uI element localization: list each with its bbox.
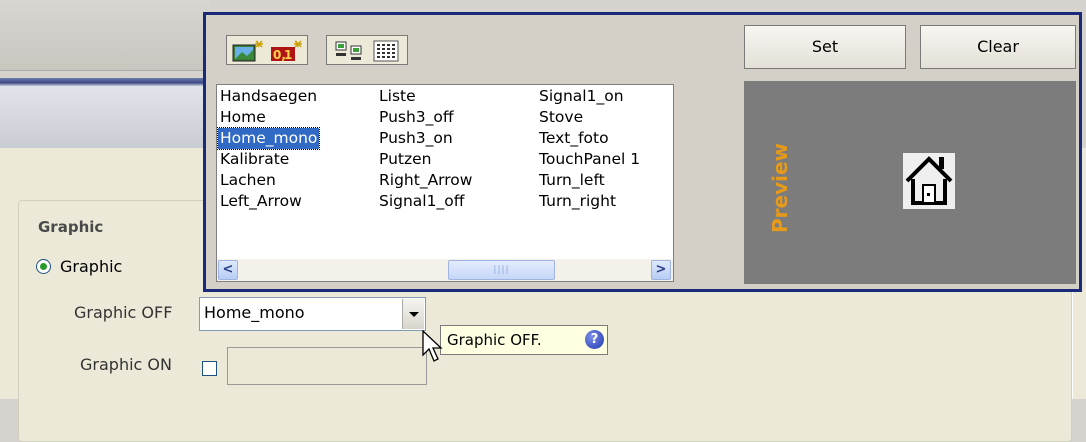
import-export-button-group: 0, 1 (226, 35, 308, 65)
view-button-group (326, 35, 408, 65)
image-import-icon[interactable] (231, 39, 265, 63)
list-column-1: Handsaegen Home Home_mono Kalibrate Lach… (217, 86, 321, 212)
app-toolbar-area (0, 0, 210, 71)
list-item[interactable]: Right_Arrow (377, 170, 474, 191)
graphic-on-checkbox[interactable] (202, 361, 217, 376)
small-icons-view-icon[interactable] (333, 39, 367, 63)
list-item[interactable]: Turn_left (537, 170, 642, 191)
list-item[interactable]: Left_Arrow (218, 191, 319, 212)
list-item[interactable]: Home (218, 107, 319, 128)
chevron-down-icon[interactable] (402, 299, 424, 329)
header-band (0, 86, 210, 149)
list-item[interactable]: Push3_off (377, 107, 474, 128)
list-item[interactable]: Signal1_on (537, 86, 642, 107)
graphic-radio-button[interactable] (36, 259, 51, 274)
svg-text:1: 1 (284, 48, 292, 62)
home-mono-icon (903, 153, 955, 209)
list-item[interactable]: Handsaegen (218, 86, 319, 107)
list-item[interactable]: Liste (377, 86, 474, 107)
set-button[interactable]: Set (744, 25, 906, 69)
list-item[interactable]: Kalibrate (218, 149, 319, 170)
list-column-2: Liste Push3_off Push3_on Putzen Right_Ar… (377, 86, 474, 212)
list-item[interactable]: Push3_on (377, 128, 474, 149)
preview-panel: Preview (744, 81, 1076, 284)
graphic-off-label: Graphic OFF (74, 303, 173, 322)
list-column-3: Signal1_on Stove Text_foto TouchPanel 1 … (537, 86, 642, 212)
scroll-right-icon[interactable]: > (651, 260, 671, 280)
list-item[interactable]: Turn_right (537, 191, 642, 212)
clear-button[interactable]: Clear (920, 25, 1076, 69)
help-icon[interactable]: ? (585, 330, 604, 349)
scrollbar-thumb[interactable]: |||| (448, 260, 555, 280)
graphic-on-field[interactable] (227, 347, 427, 385)
graphic-off-value: Home_mono (204, 303, 305, 322)
tooltip: Graphic OFF. ? (440, 325, 608, 355)
list-view-icon[interactable] (371, 39, 403, 63)
graphic-selector-popup: 0, 1 Handsaegen Home Home_mono Kalibrate… (203, 12, 1082, 292)
list-item[interactable]: Signal1_off (377, 191, 474, 212)
list-item[interactable]: Putzen (377, 149, 474, 170)
list-item-selected[interactable]: Home_mono (217, 127, 321, 150)
list-item[interactable]: Stove (537, 107, 642, 128)
graphic-group-title: Graphic (38, 218, 104, 236)
mouse-pointer-icon (422, 330, 443, 362)
horizontal-scrollbar[interactable]: < |||| > (217, 259, 673, 281)
list-item[interactable]: Text_foto (537, 128, 642, 149)
image-export-icon[interactable]: 0, 1 (269, 39, 305, 63)
graphic-radio-label[interactable]: Graphic (60, 257, 122, 276)
list-item[interactable]: TouchPanel 1 (537, 149, 642, 170)
graphic-listbox[interactable]: Handsaegen Home Home_mono Kalibrate Lach… (216, 84, 674, 282)
graphic-off-combobox[interactable]: Home_mono (199, 297, 426, 331)
tooltip-text: Graphic OFF. (447, 331, 542, 349)
window-title-stripe (0, 78, 210, 86)
graphic-on-label: Graphic ON (80, 355, 172, 374)
scroll-left-icon[interactable]: < (218, 260, 238, 280)
preview-label: Preview (768, 142, 792, 233)
list-item[interactable]: Lachen (218, 170, 319, 191)
